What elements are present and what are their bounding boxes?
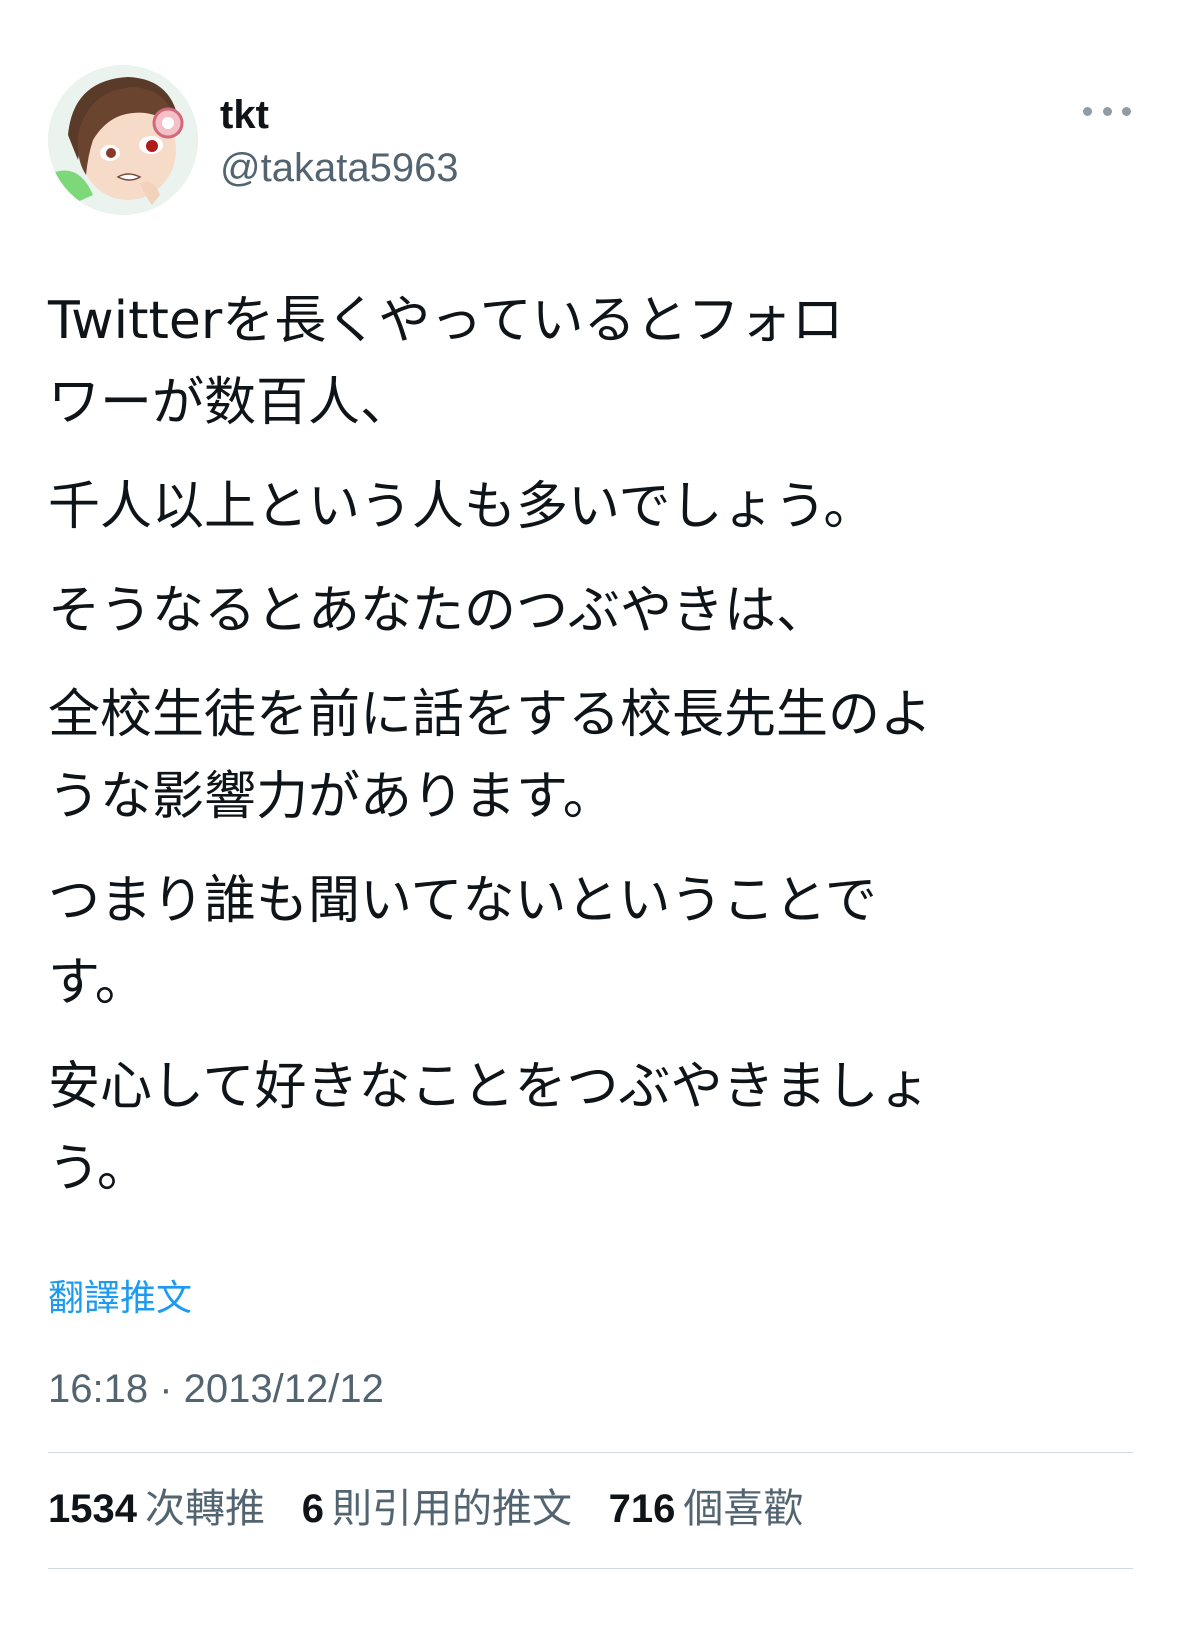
tweet-line: そうなるとあなたのつぶやきは、: [48, 581, 829, 641]
tweet-text: Twitterを長くやっているとフォロ ワーが数百人、 千人以上という人も多いで…: [48, 280, 1138, 1232]
tweet-paragraph: Twitterを長くやっているとフォロ ワーが数百人、: [48, 280, 1138, 444]
tweet-line: つまり誰も聞いてないということで: [48, 871, 877, 931]
tweet-paragraph: 千人以上という人も多いでしょう。: [48, 466, 1138, 548]
anime-character-avatar-icon: [48, 65, 198, 215]
more-options-icon[interactable]: [1083, 101, 1131, 121]
translate-tweet-link[interactable]: 翻譯推文: [48, 1274, 192, 1324]
tweet-paragraph: 安心して好きなことをつぶやきましょ う。: [48, 1046, 1138, 1210]
likes-label: 個喜歡: [683, 1486, 804, 1532]
display-name[interactable]: tkt: [220, 91, 459, 139]
tweet-line: う。: [48, 1139, 149, 1199]
tweet-paragraph: そうなるとあなたのつぶやきは、: [48, 570, 1138, 652]
likes-stat[interactable]: 716 個喜歡: [609, 1482, 804, 1536]
tweet-line: す。: [48, 953, 147, 1013]
tweet-timestamp[interactable]: 16:18 · 2013/12/12: [48, 1362, 384, 1416]
divider: [48, 1568, 1133, 1569]
likes-count: 716: [608, 1487, 676, 1531]
tweet-paragraph: つまり誰も聞いてないということで す。: [48, 860, 1138, 1024]
quotes-stat[interactable]: 6 則引用的推文: [302, 1482, 572, 1536]
engagement-stats: 1534 次轉推 6 則引用的推文 716 個喜歡: [48, 1482, 827, 1536]
dot: [1102, 106, 1112, 116]
divider: [48, 1452, 1133, 1453]
tweet-line: ワーが数百人、: [48, 373, 413, 433]
avatar[interactable]: [48, 65, 198, 215]
retweets-stat[interactable]: 1534 次轉推: [48, 1482, 265, 1536]
retweets-label: 次轉推: [144, 1486, 265, 1532]
dot: [1122, 106, 1131, 116]
user-names: tkt @takata5963: [220, 91, 459, 195]
tweet-detail: tkt @takata5963 Twitterを長くやっているとフォロ ワーが数…: [0, 0, 1179, 1635]
quotes-label: 則引用的推文: [331, 1486, 572, 1532]
tweet-line: Twitterを長くやっているとフォロ: [48, 291, 844, 351]
quotes-count: 6: [301, 1487, 324, 1531]
dot: [1083, 106, 1092, 116]
retweets-count: 1534: [48, 1487, 137, 1531]
tweet-line: 安心して好きなことをつぶやきましょ: [48, 1057, 931, 1117]
user-handle[interactable]: @takata5963: [220, 141, 459, 195]
tweet-header: tkt @takata5963: [48, 65, 1131, 215]
tweet-line: 全校生徒を前に話をする校長先生のよ: [48, 685, 933, 745]
tweet-paragraph: 全校生徒を前に話をする校長先生のよ うな影響力があります。: [48, 674, 1138, 838]
tweet-line: うな影響力があります。: [48, 767, 615, 827]
tweet-line: 千人以上という人も多いでしょう。: [48, 477, 876, 537]
